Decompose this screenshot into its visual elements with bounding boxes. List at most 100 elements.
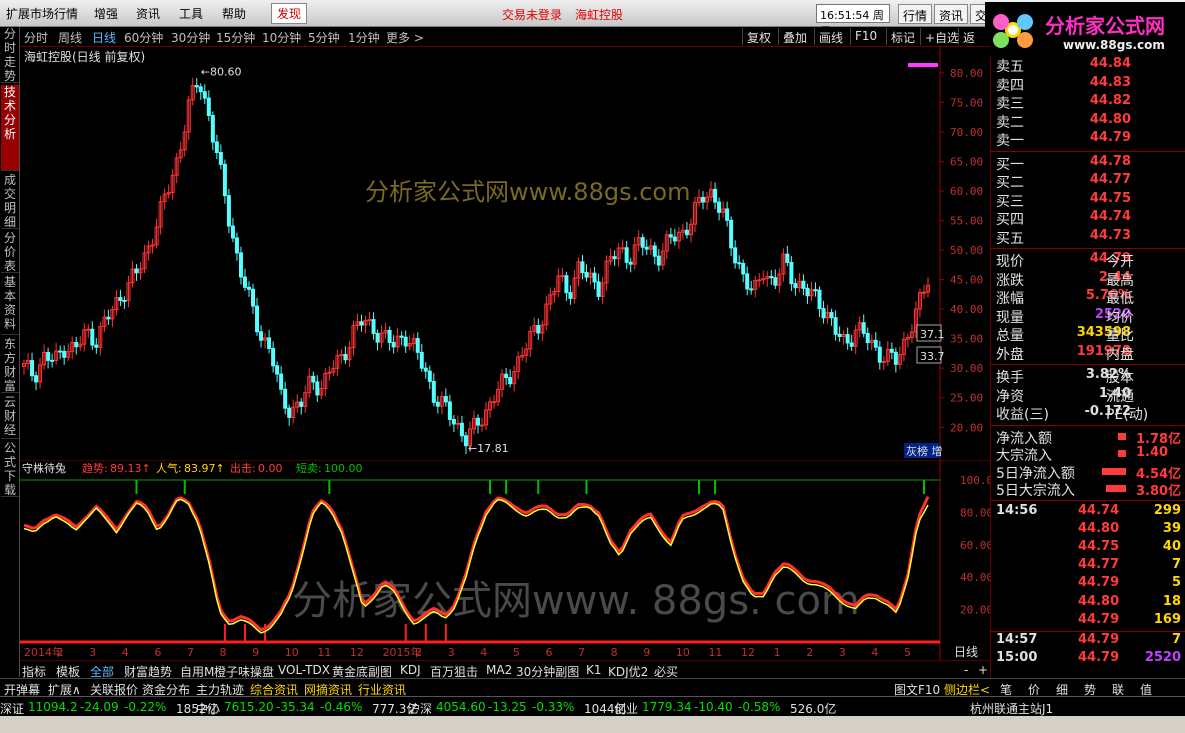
- draw-line-button[interactable]: 画线: [814, 28, 847, 45]
- period-1min[interactable]: 1分钟: [348, 29, 380, 46]
- right-tag: 灰榜 增: [906, 444, 943, 458]
- candle-body: [793, 283, 798, 289]
- tick-row: 44.80 18: [996, 594, 1181, 612]
- ask-label: 卖四: [996, 77, 1024, 94]
- flow-bar: [1118, 432, 1126, 440]
- indicator-tab[interactable]: K1: [586, 663, 602, 677]
- tab-technical-analysis[interactable]: 技术分析: [1, 85, 19, 171]
- stat2-label-2: 股本: [1106, 370, 1134, 386]
- tab-price-table[interactable]: 分价表: [1, 231, 19, 273]
- menu-news[interactable]: 资讯: [136, 5, 160, 22]
- bid-row[interactable]: 买四 44.74: [996, 209, 1181, 228]
- indicator-tab[interactable]: MA2: [486, 663, 512, 677]
- period-60min[interactable]: 60分钟: [124, 29, 163, 46]
- chart-title: 海虹控股(日线 前复权): [24, 49, 145, 64]
- bid-row[interactable]: 买二 44.77: [996, 172, 1181, 191]
- menu-tools[interactable]: 工具: [179, 5, 203, 22]
- candle-body: [893, 351, 898, 365]
- f10-button[interactable]: F10: [850, 28, 881, 45]
- tick-price: 44.74: [1078, 502, 1120, 518]
- candle-body: [877, 346, 882, 363]
- candle-body: [455, 422, 460, 425]
- indicator-tab[interactable]: KDJ: [400, 663, 421, 677]
- news-button[interactable]: 资讯: [934, 4, 969, 24]
- indicator-chart[interactable]: 100.0080.0060.0040.0020.00守株待兔趋势:89.13↑人…: [20, 460, 990, 660]
- period-intraday[interactable]: 分时: [24, 29, 48, 46]
- period-more[interactable]: 更多 >: [386, 29, 424, 46]
- ask-row[interactable]: 卖二 44.80: [996, 112, 1181, 131]
- ask-row[interactable]: 卖三 44.82: [996, 93, 1181, 112]
- bid-row[interactable]: 买一 44.78: [996, 154, 1181, 173]
- candle-body: [476, 417, 481, 426]
- bid-row[interactable]: 买五 44.73: [996, 228, 1181, 247]
- tick-price: 44.79: [1078, 650, 1120, 666]
- indicator-tab[interactable]: VOL-TDX: [278, 663, 330, 677]
- candle-body: [271, 348, 276, 367]
- ind-y-tick-label: 80.00: [960, 506, 990, 519]
- tick-volume: 18: [1162, 593, 1181, 609]
- ask-label: 卖一: [996, 133, 1024, 149]
- candle-body: [226, 195, 231, 227]
- mark-button[interactable]: 标记: [886, 28, 919, 45]
- indicator-header-1: 趋势:: [82, 462, 108, 475]
- menu-extended-market[interactable]: 扩展市场行情: [6, 5, 78, 22]
- x-axis-label: 2: [806, 646, 813, 659]
- period-15min[interactable]: 15分钟: [216, 29, 255, 46]
- period-30min[interactable]: 30分钟: [171, 29, 210, 46]
- period-5min[interactable]: 5分钟: [308, 29, 340, 46]
- period-daily[interactable]: 日线: [92, 29, 116, 46]
- flow-bar: [1106, 485, 1126, 492]
- candle-body: [387, 329, 392, 343]
- period-10min[interactable]: 10分钟: [262, 29, 301, 46]
- adjust-button[interactable]: 复权: [742, 28, 775, 45]
- kline-chart[interactable]: 80.00 75.00 70.00 65.00 60.00 55.00 50.00 45.00…: [20, 47, 990, 460]
- tab-formula-download[interactable]: 公式下载: [1, 441, 19, 497]
- menu-enhance[interactable]: 增强: [94, 5, 118, 22]
- tab-fundamentals[interactable]: 基本资料: [1, 275, 19, 335]
- menu-help[interactable]: 帮助: [222, 5, 246, 22]
- ask-price: 44.82: [1089, 93, 1131, 108]
- candle-body: [813, 289, 818, 292]
- x-axis-label: 12: [741, 646, 755, 659]
- tick-row: 44.80 39: [996, 521, 1181, 539]
- stat2-row: 换手 3.82% 股本: [996, 367, 1181, 386]
- ask-label: 卖三: [996, 96, 1024, 112]
- ask-row[interactable]: 卖一 44.79: [996, 130, 1181, 149]
- tab-eastmoney[interactable]: 东方财富: [1, 337, 19, 393]
- candle-body: [46, 352, 51, 361]
- trade-login-status[interactable]: 交易未登录: [502, 6, 562, 23]
- tab-cloud-finance[interactable]: 云财经: [1, 395, 19, 439]
- ask-row[interactable]: 卖五 44.84: [996, 56, 1181, 75]
- ask-row[interactable]: 卖四 44.83: [996, 75, 1181, 94]
- ticker-label: 沪深: [408, 702, 433, 716]
- stat2-label: 收益(三): [996, 407, 1049, 423]
- tab-trade-details[interactable]: 成交明细: [1, 173, 19, 229]
- tab-intraday[interactable]: 分时走势: [1, 27, 19, 83]
- x-axis-label: 10: [285, 646, 299, 659]
- back-button[interactable]: 返回: [958, 28, 990, 62]
- candle-body: [861, 322, 866, 334]
- candle-body: [299, 401, 304, 407]
- candle-body: [214, 141, 219, 154]
- candle-body: [367, 319, 372, 322]
- ticker-percent: -0.58%: [738, 700, 781, 714]
- stat-label-2: 今开: [1106, 254, 1134, 270]
- x-axis-label: 4: [871, 646, 878, 659]
- period-weekly[interactable]: 周线: [58, 29, 82, 46]
- add-watchlist-button[interactable]: +自选: [920, 28, 963, 45]
- server-station: 杭州联通主站J1: [970, 702, 1054, 716]
- zoom-minus-button[interactable]: -: [964, 663, 968, 677]
- quote-button[interactable]: 行情: [898, 4, 933, 24]
- bid-row[interactable]: 买三 44.75: [996, 191, 1181, 210]
- overlay-button[interactable]: 叠加: [778, 28, 811, 45]
- candle-body: [230, 225, 235, 239]
- x-axis-label: 3: [448, 646, 455, 659]
- tick-price: 44.77: [1078, 557, 1120, 573]
- candle-body: [785, 253, 790, 263]
- zoom-plus-button[interactable]: +: [978, 663, 988, 677]
- menu-discover[interactable]: 发现: [271, 3, 308, 24]
- candle-body: [672, 236, 677, 242]
- candle-body: [889, 348, 894, 353]
- ind-y-tick-label: 60.00: [960, 539, 990, 552]
- candle-body: [508, 377, 513, 385]
